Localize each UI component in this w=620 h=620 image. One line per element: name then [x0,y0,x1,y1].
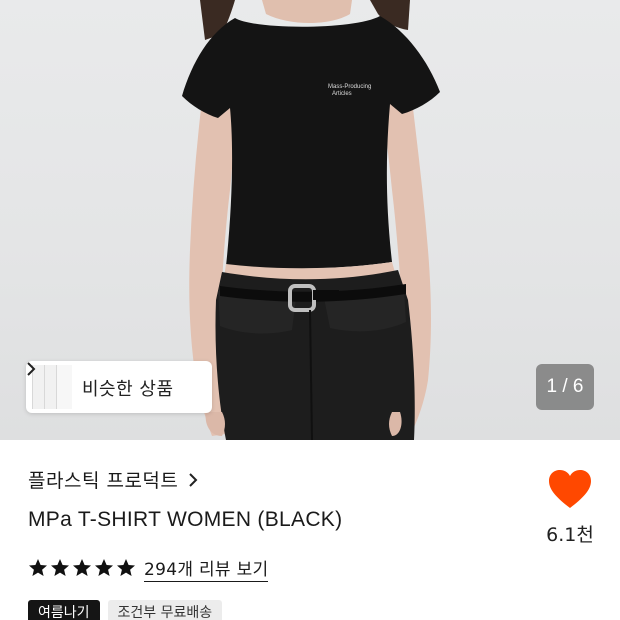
star-icon [117,559,135,576]
star-icon [95,559,113,576]
star-icon [29,559,47,576]
image-page-counter: 1 / 6 [536,364,594,410]
similar-products-thumbnails [32,365,82,409]
similar-products-label: 비슷한 상품 [82,379,174,400]
product-tags: 여름나기 조건부 무료배송 [28,600,223,620]
review-link[interactable]: 294개 리뷰 보기 [144,555,269,582]
tag-summer: 여름나기 [28,600,100,620]
tag-free-shipping: 조건부 무료배송 [107,600,223,620]
similar-products-button[interactable]: 비슷한 상품 [26,361,212,413]
heart-icon [549,470,591,508]
star-icon [51,559,69,576]
product-title: MPa T-SHIRT WOMEN (BLACK) [28,508,343,531]
chevron-right-icon [27,362,36,376]
star-icon [73,559,91,576]
like-button[interactable]: 6.1천 [540,468,600,548]
product-image[interactable]: Mass-Producing Articles 비슷한 상품 1 / 6 [0,0,620,440]
shirt-print-line1: Mass-Producing [328,84,371,90]
chevron-right-icon [189,473,198,487]
rating-stars [28,558,136,578]
brand-name: 플라스틱 프로덕트 [28,469,179,492]
brand-link[interactable]: 플라스틱 프로덕트 [28,465,198,493]
like-count: 6.1천 [546,524,594,546]
rating-row: 294개 리뷰 보기 [28,553,269,583]
shirt-print-line2: Articles [332,91,352,97]
